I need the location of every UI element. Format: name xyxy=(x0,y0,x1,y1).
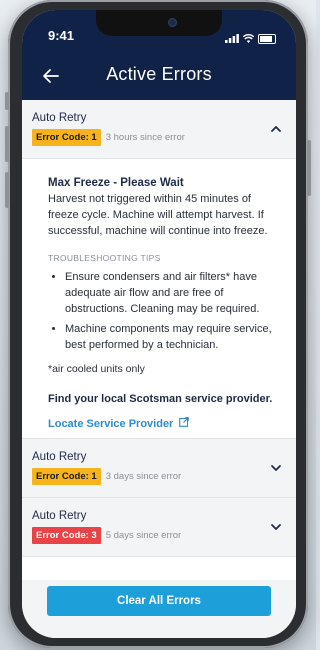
page-title: Active Errors xyxy=(106,64,212,84)
wifi-icon xyxy=(242,30,255,48)
mute-switch xyxy=(5,92,9,110)
error-since: 3 hours since error xyxy=(105,132,185,143)
power-button xyxy=(307,140,311,196)
camera-icon xyxy=(168,18,177,27)
error-type: Auto Retry xyxy=(32,451,87,463)
bottom-action-bar: Clear All Errors xyxy=(22,580,296,638)
error-type: Auto Retry xyxy=(32,112,87,124)
clear-all-errors-button[interactable]: Clear All Errors xyxy=(47,586,271,616)
tip-item: Machine components may require service, … xyxy=(65,321,280,353)
error-since: 5 days since error xyxy=(105,530,182,541)
error-code-badge: Error Code: 3 xyxy=(32,527,101,544)
chevron-down-icon[interactable] xyxy=(270,520,282,532)
error-card-header[interactable]: Auto Retry Error Code: 1 3 hours since e… xyxy=(22,100,296,159)
status-icons xyxy=(225,30,276,48)
error-detail-description: Harvest not triggered within 45 minutes … xyxy=(48,193,268,237)
volume-down-button xyxy=(5,172,9,208)
status-time: 9:41 xyxy=(48,28,75,43)
tip-item: Ensure condensers and air filters* have … xyxy=(65,269,280,317)
battery-icon xyxy=(258,34,276,44)
error-detail-title: Max Freeze - Please Wait xyxy=(48,177,184,189)
error-code-badge: Error Code: 1 xyxy=(32,129,101,146)
external-link-icon xyxy=(179,417,190,430)
error-card-header[interactable]: Auto Retry Error Code: 3 5 days since er… xyxy=(22,498,296,557)
error-code-row: Error Code: 3 5 days since error xyxy=(32,527,181,544)
error-card-header[interactable]: Auto Retry Error Code: 1 3 days since er… xyxy=(22,439,296,498)
error-since: 3 days since error xyxy=(105,471,182,482)
signal-icon xyxy=(225,30,239,48)
error-details: Max Freeze - Please Wait Harvest not tri… xyxy=(22,159,296,439)
app-screen: 9:41 Active Errors Auto Retry Error Code… xyxy=(22,10,296,638)
volume-up-button xyxy=(5,126,9,162)
error-code-badge: Error Code: 1 xyxy=(32,468,101,485)
troubleshooting-tips: Ensure condensers and air filters* have … xyxy=(48,269,280,353)
footnote: *air cooled units only xyxy=(48,363,145,375)
find-provider-text: Find your local Scotsman service provide… xyxy=(48,393,273,405)
chevron-down-icon[interactable] xyxy=(270,461,282,473)
notch xyxy=(96,10,222,36)
error-type: Auto Retry xyxy=(32,510,87,522)
chevron-up-icon[interactable] xyxy=(270,122,282,134)
troubleshooting-label: TROUBLESHOOTING TIPS xyxy=(48,253,161,263)
locate-link-label: Locate Service Provider xyxy=(48,417,174,430)
error-code-row: Error Code: 1 3 days since error xyxy=(32,468,181,485)
error-code-row: Error Code: 1 3 hours since error xyxy=(32,129,185,146)
errors-list: Auto Retry Error Code: 1 3 hours since e… xyxy=(22,100,296,557)
locate-service-provider-link[interactable]: Locate Service Provider xyxy=(48,417,280,430)
